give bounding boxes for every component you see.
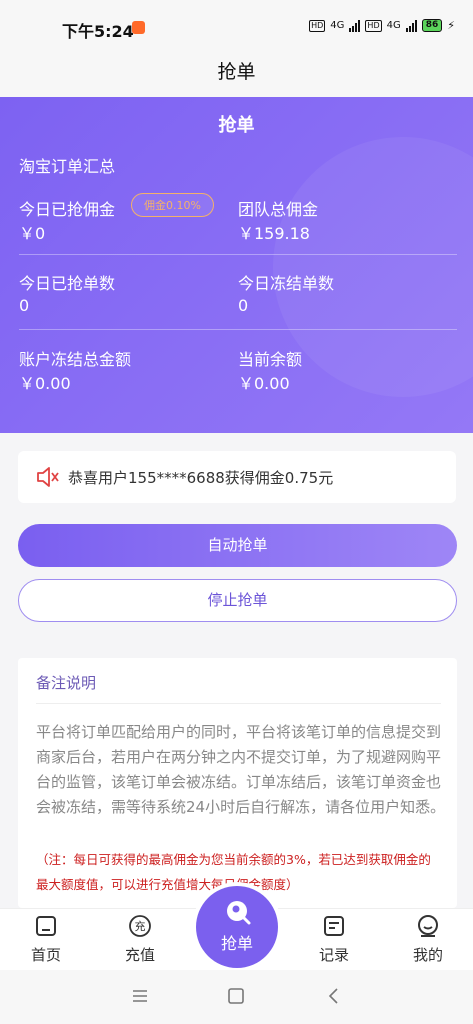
profile-icon	[418, 915, 438, 937]
team-commission-value: ￥159.18	[238, 224, 310, 243]
summary-subtitle: 淘宝订单汇总	[19, 157, 116, 176]
today-commission-label: 今日已抢佣金	[19, 200, 116, 219]
announcement-text: 恭喜用户155****6688获得佣金0.75元	[68, 468, 334, 487]
speaker-icon	[37, 467, 59, 487]
divider	[36, 703, 441, 704]
announcement-bar: 恭喜用户155****6688获得佣金0.75元	[18, 451, 456, 503]
divider	[19, 254, 457, 255]
battery-icon: 86	[421, 19, 443, 32]
today-orders-label: 今日已抢单数	[19, 274, 116, 293]
menu-icon[interactable]	[128, 984, 152, 1008]
summary-title: 抢单	[218, 115, 255, 136]
records-icon	[324, 916, 344, 936]
signal-icon	[349, 19, 361, 32]
nav-bar: 抢单	[0, 52, 473, 97]
grab-search-icon	[227, 901, 251, 925]
system-nav-bar	[0, 970, 473, 1024]
frozen-total-label: 账户冻结总金额	[19, 350, 132, 369]
notification-app-icon	[132, 21, 145, 34]
recharge-icon: 充	[129, 915, 151, 937]
team-commission-label: 团队总佣金	[238, 200, 319, 219]
home-button-icon[interactable]	[224, 984, 248, 1008]
page-title: 抢单	[217, 61, 256, 83]
today-orders-value: 0	[19, 296, 30, 315]
status-time: 下午5:24	[62, 22, 134, 41]
tab-recharge-label: 充值	[124, 946, 155, 964]
frozen-total-value: ￥0.00	[19, 374, 71, 393]
balance-label: 当前余额	[238, 350, 303, 369]
today-frozen-label: 今日冻结单数	[238, 274, 335, 293]
summary-panel: 抢单 淘宝订单汇总 今日已抢佣金 佣金0.10% ￥0 团队总佣金 ￥159.1…	[0, 97, 473, 433]
balance-value: ￥0.00	[238, 374, 290, 393]
hd-icon: HD	[365, 19, 382, 32]
tab-grab-label: 抢单	[220, 934, 253, 953]
commission-rate-badge: 佣金0.10%	[131, 193, 214, 217]
svg-text:充: 充	[135, 919, 146, 933]
tab-home-label: 首页	[30, 946, 61, 964]
back-icon[interactable]	[322, 984, 346, 1008]
tab-home[interactable]: 首页	[6, 909, 86, 971]
remarks-card: 备注说明 平台将订单匹配给用户的同时，平台将该笔订单的信息提交到商家后台，若用户…	[18, 658, 457, 908]
remarks-title: 备注说明	[36, 674, 97, 692]
stop-grab-button[interactable]: 停止抢单	[18, 579, 457, 622]
today-frozen-value: 0	[238, 296, 249, 315]
tab-records-label: 记录	[318, 946, 349, 964]
charging-icon: ⚡	[447, 19, 455, 32]
divider	[19, 329, 457, 330]
tab-mine[interactable]: 我的	[388, 909, 468, 971]
tab-mine-label: 我的	[412, 946, 443, 964]
auto-grab-button[interactable]: 自动抢单	[18, 524, 457, 567]
home-icon	[36, 916, 56, 936]
status-bar: 下午5:24 HD 4G HD 4G 86 ⚡	[0, 0, 473, 52]
tab-recharge[interactable]: 充 充值	[100, 909, 180, 971]
hd-icon: HD	[309, 19, 326, 32]
status-indicators: HD 4G HD 4G 86 ⚡	[309, 19, 455, 32]
network-type: 4G	[330, 20, 345, 31]
tab-records[interactable]: 记录	[294, 909, 374, 971]
remarks-body: 平台将订单匹配给用户的同时，平台将该笔订单的信息提交到商家后台，若用户在两分钟之…	[36, 723, 446, 816]
network-type: 4G	[386, 20, 401, 31]
tab-grab[interactable]: 抢单	[196, 886, 278, 968]
decorative-circle	[273, 137, 473, 397]
today-commission-value: ￥0	[19, 224, 46, 243]
signal-icon	[405, 19, 417, 32]
